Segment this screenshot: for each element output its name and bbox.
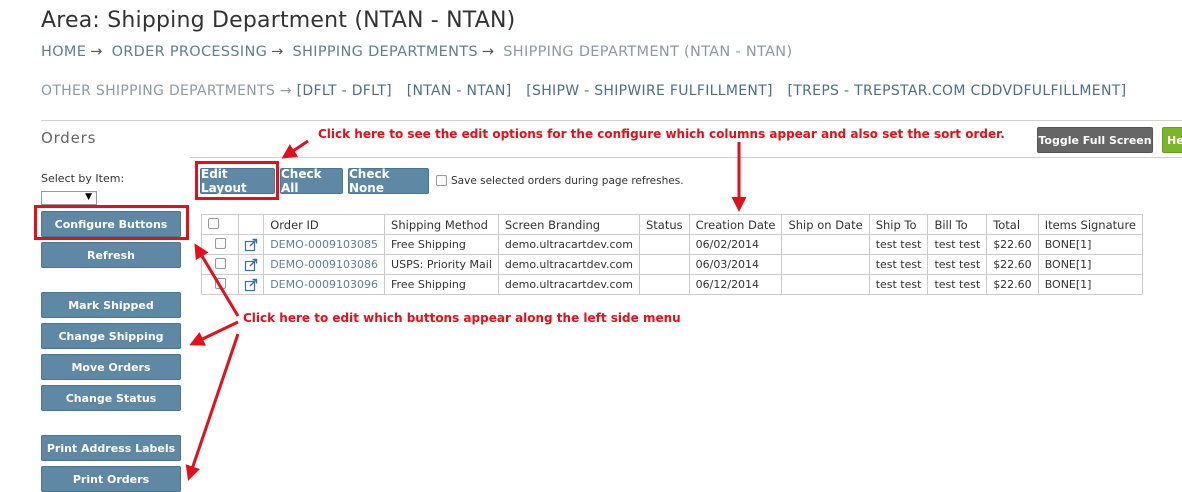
arrow-to-change-shipping — [189, 320, 239, 346]
arrow-to-edit-layout — [281, 139, 309, 159]
arrow-to-print-orders — [185, 333, 240, 481]
annotation-arrows — [185, 139, 747, 481]
arrow-to-configure-buttons — [194, 243, 240, 317]
